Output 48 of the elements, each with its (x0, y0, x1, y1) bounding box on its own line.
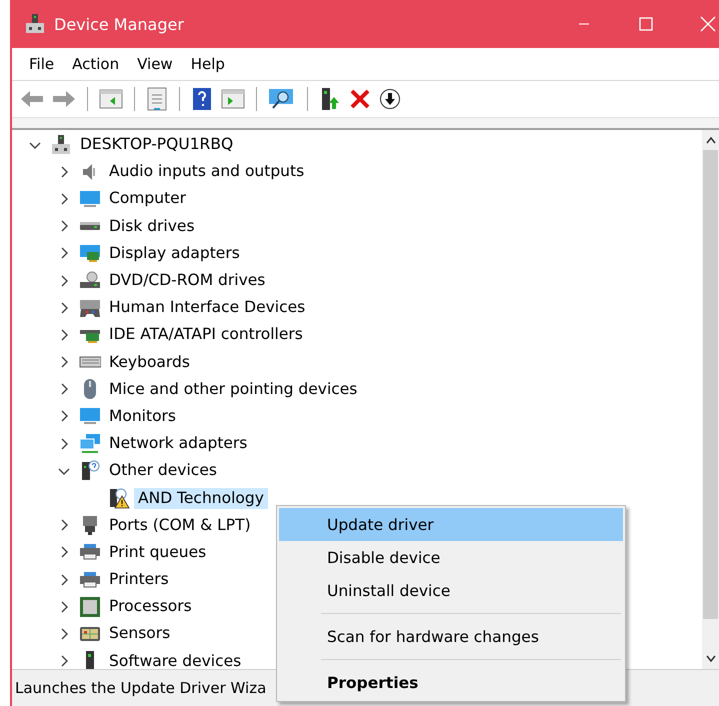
menu-item[interactable]: Update driver (279, 508, 623, 541)
menu-item[interactable]: File (22, 53, 62, 75)
down-chevron-icon (706, 655, 716, 663)
maximize-icon (639, 17, 653, 31)
menu-item[interactable]: Uninstall device (279, 574, 623, 607)
menu-item[interactable]: Action (65, 53, 126, 75)
tree-item[interactable]: Human Interface Devices (105, 297, 310, 318)
tree-item[interactable]: Audio inputs and outputs (105, 161, 308, 182)
warning-device-icon (108, 487, 130, 510)
status-text: Launches the Update Driver Wiza (14, 679, 266, 697)
tree-item[interactable]: Software devices (105, 650, 246, 672)
tree-item[interactable]: Printers (105, 569, 173, 590)
tree-item[interactable]: Display adapters (105, 242, 244, 264)
unknown-device-icon (79, 460, 101, 482)
drive-icon (79, 221, 101, 232)
menu-item[interactable]: Disable device (279, 541, 623, 574)
tree-item[interactable]: Sensors (105, 623, 174, 644)
window-title: Device Manager (54, 14, 185, 34)
up-chevron-icon (706, 136, 716, 144)
computer-icon (24, 13, 46, 35)
menu-item[interactable]: Properties (279, 666, 623, 699)
tree-item[interactable]: Network adapters (105, 433, 252, 454)
tree-item[interactable]: Keyboards (105, 352, 194, 373)
action-pane-button[interactable] (219, 88, 247, 110)
chip-icon (79, 596, 101, 618)
scroll-thumb[interactable] (703, 150, 718, 619)
tree-item[interactable]: DESKTOP-PQU1RBQ (76, 134, 238, 156)
tree-item[interactable]: IDE ATA/ATAPI controllers (105, 324, 307, 346)
tree-item[interactable]: Processors (105, 596, 196, 618)
menu-item[interactable]: Help (184, 53, 232, 75)
tree-item[interactable]: AND Technology (134, 488, 268, 509)
close-icon (700, 16, 716, 32)
tree-item[interactable]: Disk drives (105, 216, 199, 237)
computer-icon (50, 134, 72, 156)
tree-item[interactable]: Computer (105, 188, 190, 210)
tree-item[interactable]: Print queues (105, 542, 210, 563)
console-tree-button[interactable] (97, 88, 125, 110)
menu-item[interactable]: Scan for hardware changes (279, 620, 623, 653)
tree-item[interactable]: Other devices (105, 460, 221, 482)
network-icon (79, 432, 101, 455)
tree-item[interactable]: Monitors (105, 406, 180, 427)
menu-item[interactable]: View (130, 53, 180, 75)
tree-item[interactable]: DVD/CD-ROM drives (105, 270, 270, 292)
tree-item[interactable]: Mice and other pointing devices (105, 378, 362, 400)
display-card-icon (79, 242, 101, 264)
tree-item[interactable]: Ports (COM & LPT) (105, 514, 255, 536)
scrollbar[interactable] (702, 130, 719, 669)
download-button[interactable] (377, 88, 403, 110)
